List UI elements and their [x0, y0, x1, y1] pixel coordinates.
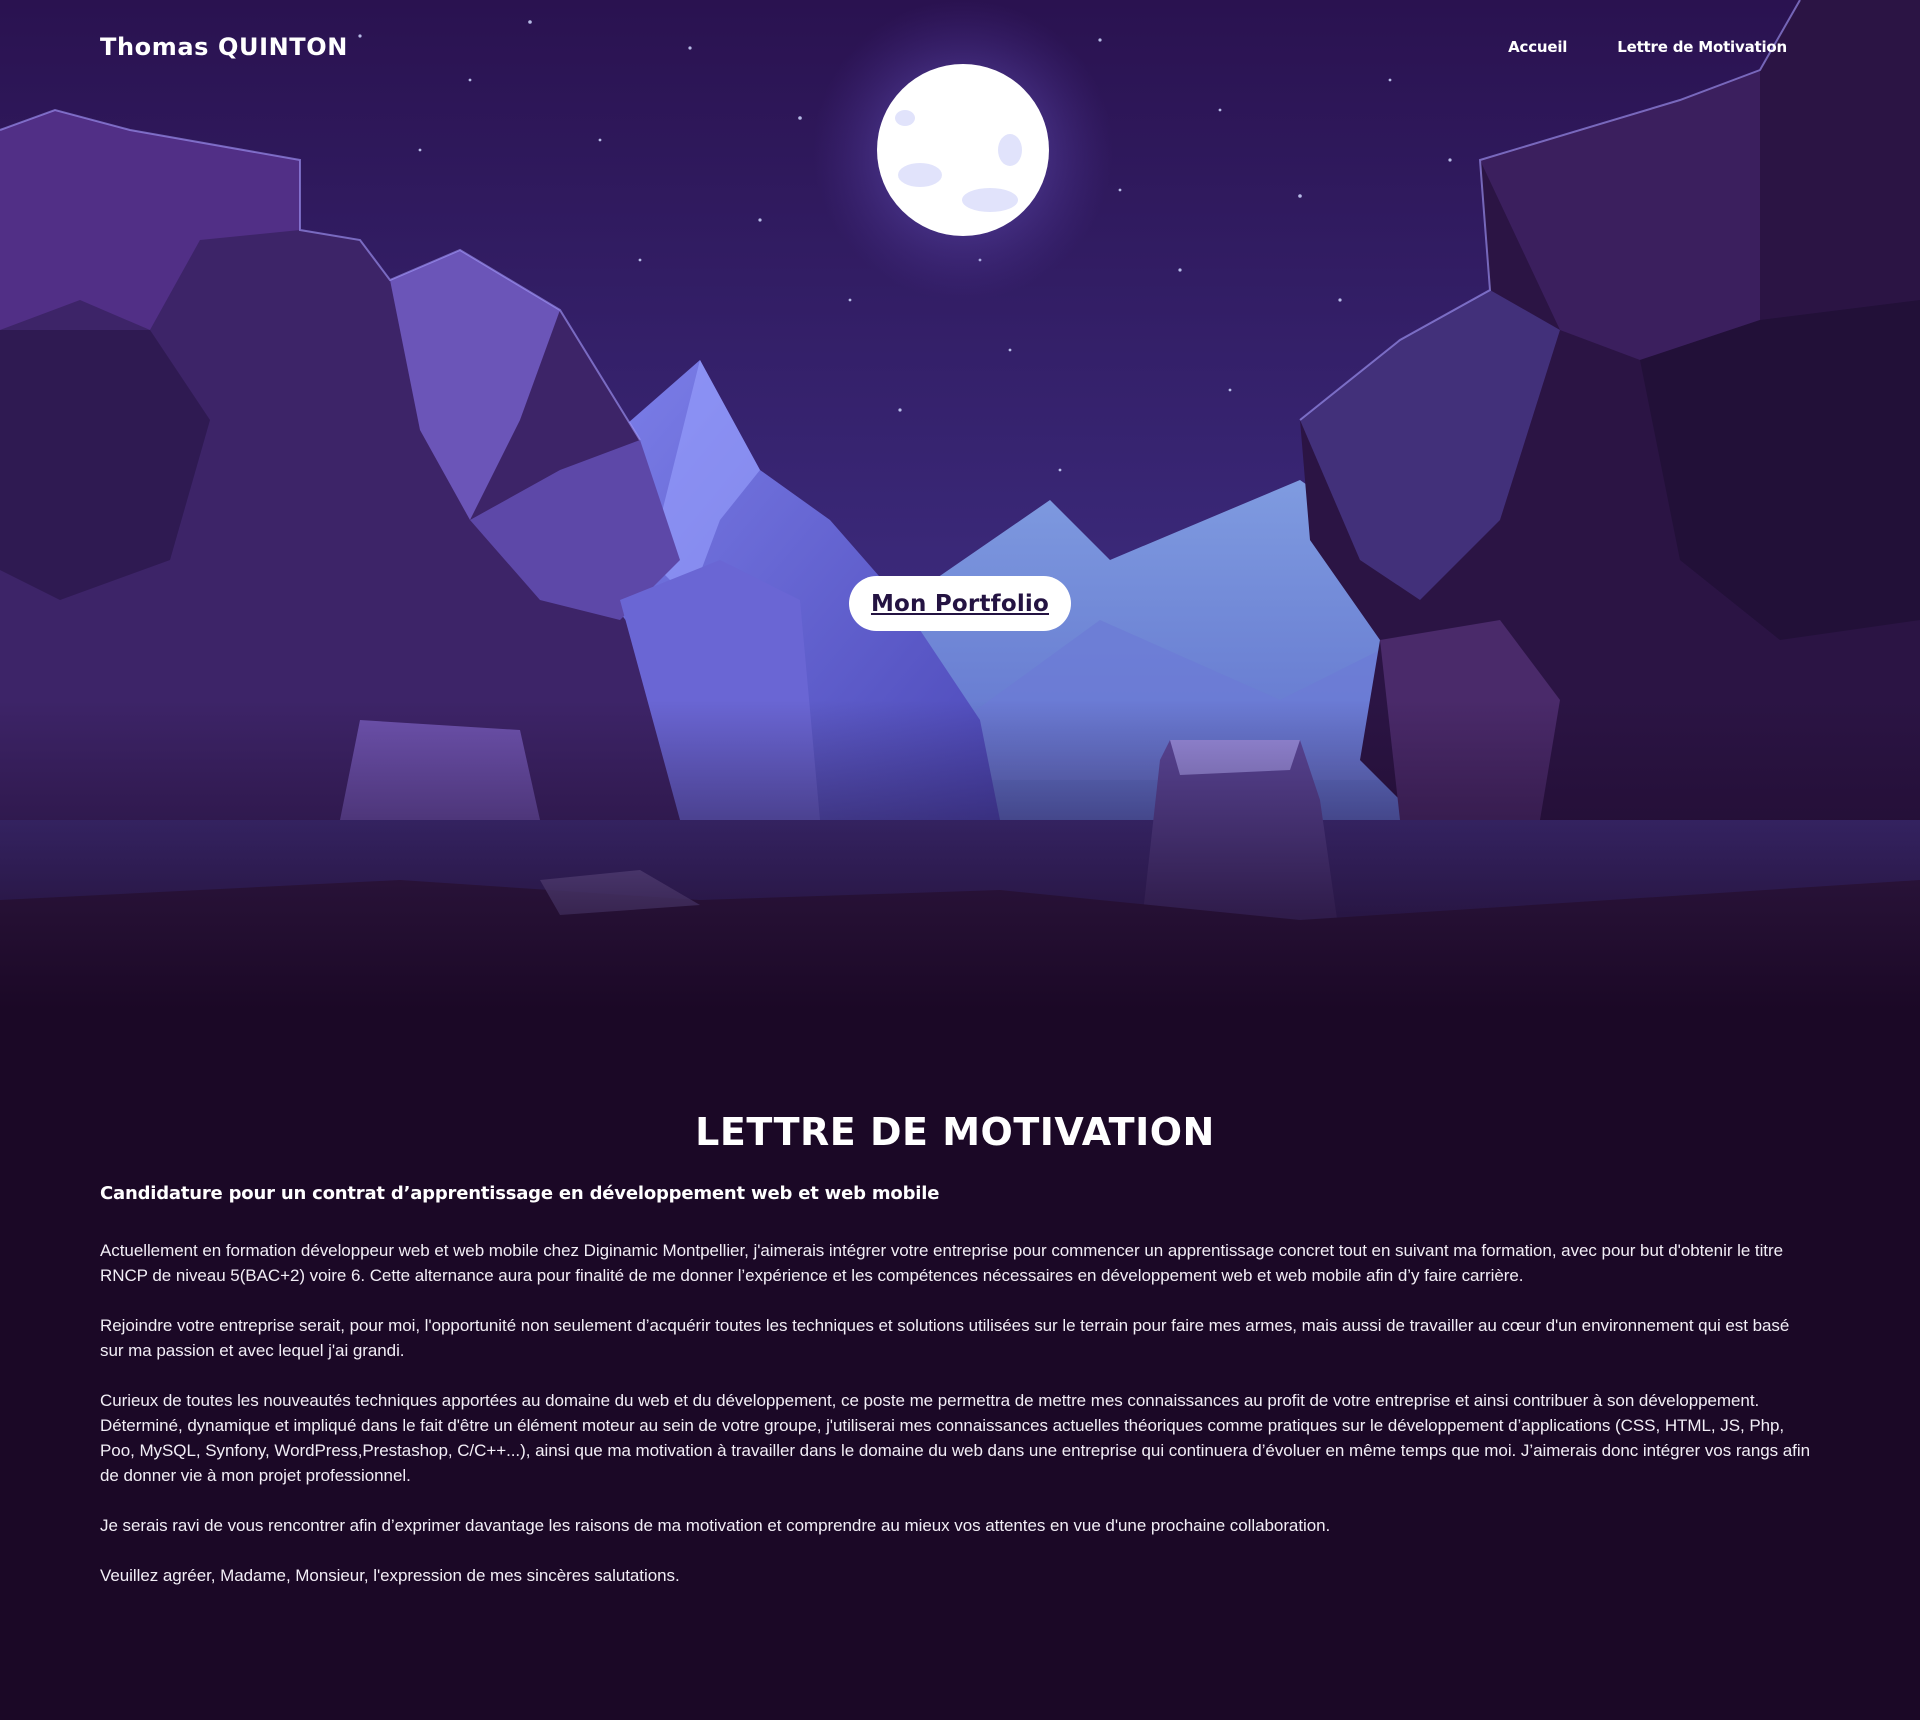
portfolio-button[interactable]: Mon Portfolio [849, 576, 1071, 631]
letter-paragraph: Curieux de toutes les nouveautés techniq… [100, 1391, 1810, 1485]
site-header: Thomas QUINTON Accueil Lettre de Motivat… [0, 0, 1920, 96]
main-nav: Accueil Lettre de Motivation [1508, 38, 1787, 56]
night-canyon-illustration [0, 0, 1920, 1010]
letter-paragraph: Veuillez agréer, Madame, Monsieur, l'exp… [100, 1566, 680, 1585]
site-brand[interactable]: Thomas QUINTON [100, 33, 348, 61]
letter-title: LETTRE DE MOTIVATION [695, 1110, 1215, 1154]
nav-link-lettre-de-motivation[interactable]: Lettre de Motivation [1617, 38, 1787, 56]
letter-paragraph: Je serais ravi de vous rencontrer afin d… [100, 1516, 1331, 1535]
letter-section: LETTRE DE MOTIVATION Candidature pour un… [100, 1110, 1810, 1613]
letter-subtitle: Candidature pour un contrat d’apprentiss… [100, 1183, 940, 1204]
hero-section [0, 0, 1920, 1010]
nav-link-accueil[interactable]: Accueil [1508, 38, 1567, 56]
letter-paragraph: Rejoindre votre entreprise serait, pour … [100, 1316, 1790, 1360]
letter-paragraph: Actuellement en formation développeur we… [100, 1241, 1783, 1285]
